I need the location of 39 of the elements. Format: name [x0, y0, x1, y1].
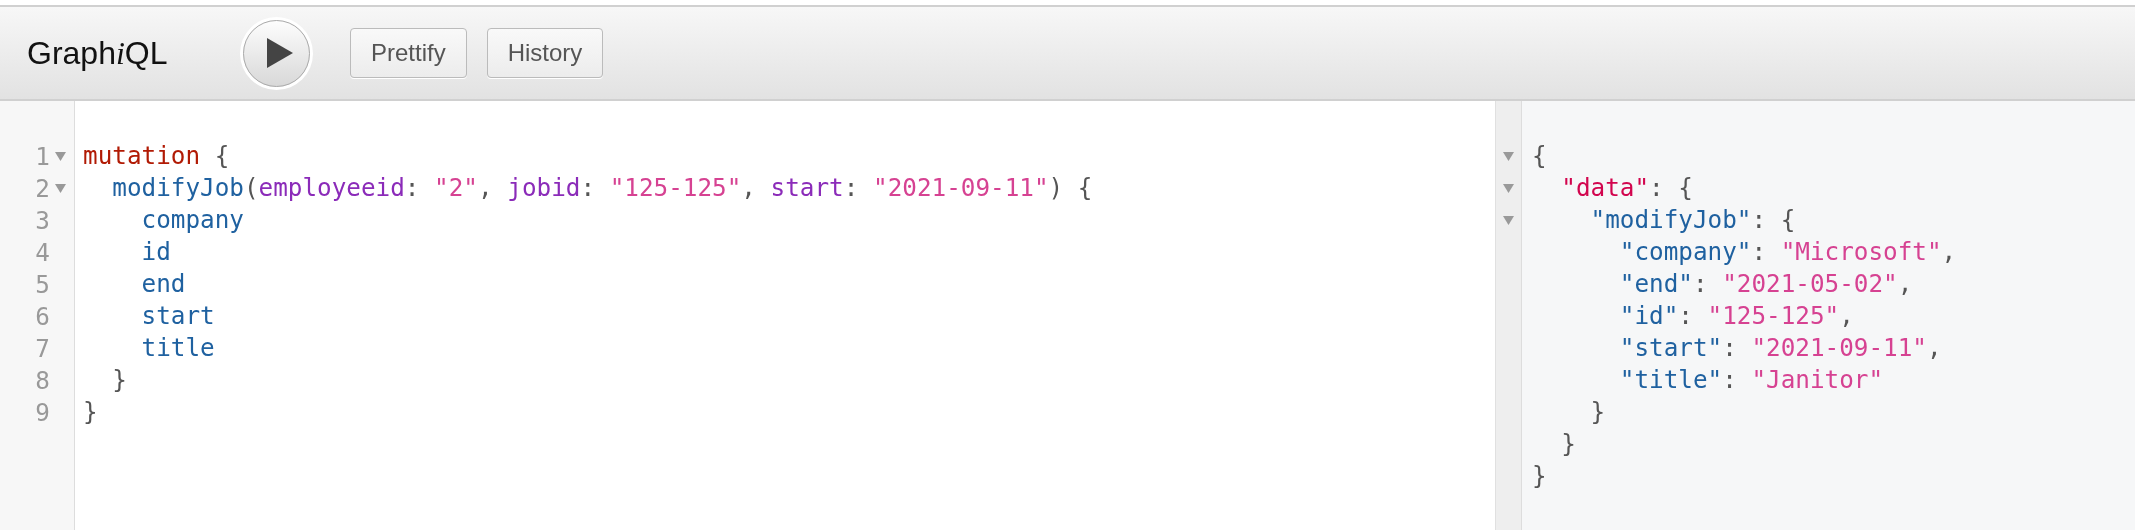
result-line: "modifyJob": {	[1589, 205, 1796, 234]
code-line: mutation {	[83, 141, 230, 170]
result-line: "start": "2021-09-11",	[1618, 333, 1942, 362]
result-line: "end": "2021-05-02",	[1618, 269, 1913, 298]
execute-button[interactable]	[243, 19, 310, 87]
code-line: end	[140, 269, 186, 298]
result-line: "title": "Janitor"	[1618, 365, 1884, 394]
result-line: }	[1560, 429, 1576, 458]
play-icon	[266, 38, 293, 68]
code-line: company	[140, 205, 244, 234]
fold-arrow-icon[interactable]	[55, 151, 66, 161]
toolbar-button[interactable]: History	[486, 28, 604, 78]
result-line: {	[1532, 141, 1547, 170]
fold-arrow-icon[interactable]	[1503, 215, 1514, 225]
fold-arrow-icon[interactable]	[1503, 151, 1514, 161]
line-number: 9	[35, 397, 50, 427]
line-number: 3	[35, 205, 50, 235]
code-line: title	[140, 333, 215, 362]
result-line: "id": "125-125",	[1618, 301, 1854, 330]
line-number: 7	[35, 333, 50, 363]
line-number: 5	[35, 269, 50, 299]
line-number: 8	[35, 365, 50, 395]
line-number: 1	[35, 141, 50, 171]
code-line: id	[140, 237, 171, 266]
code-line: }	[83, 397, 98, 426]
line-number: 6	[35, 301, 50, 331]
code-line: }	[111, 365, 127, 394]
line-number: 4	[35, 237, 50, 267]
fold-arrow-icon[interactable]	[55, 183, 66, 193]
app-logo: GraphiQL	[27, 34, 169, 72]
result-line: }	[1532, 461, 1547, 490]
result-line: "data": {	[1560, 173, 1693, 202]
fold-arrow-icon[interactable]	[1503, 183, 1514, 193]
toolbar-button[interactable]: Prettify	[350, 28, 467, 78]
result-line: "company": "Microsoft",	[1618, 237, 1957, 266]
code-line: start	[140, 301, 215, 330]
result-line: }	[1589, 397, 1606, 426]
code-line: modifyJob(employeeid: "2", jobid: "125-125", start: "2021-09-11") {	[111, 173, 1093, 202]
line-number: 2	[35, 173, 50, 203]
